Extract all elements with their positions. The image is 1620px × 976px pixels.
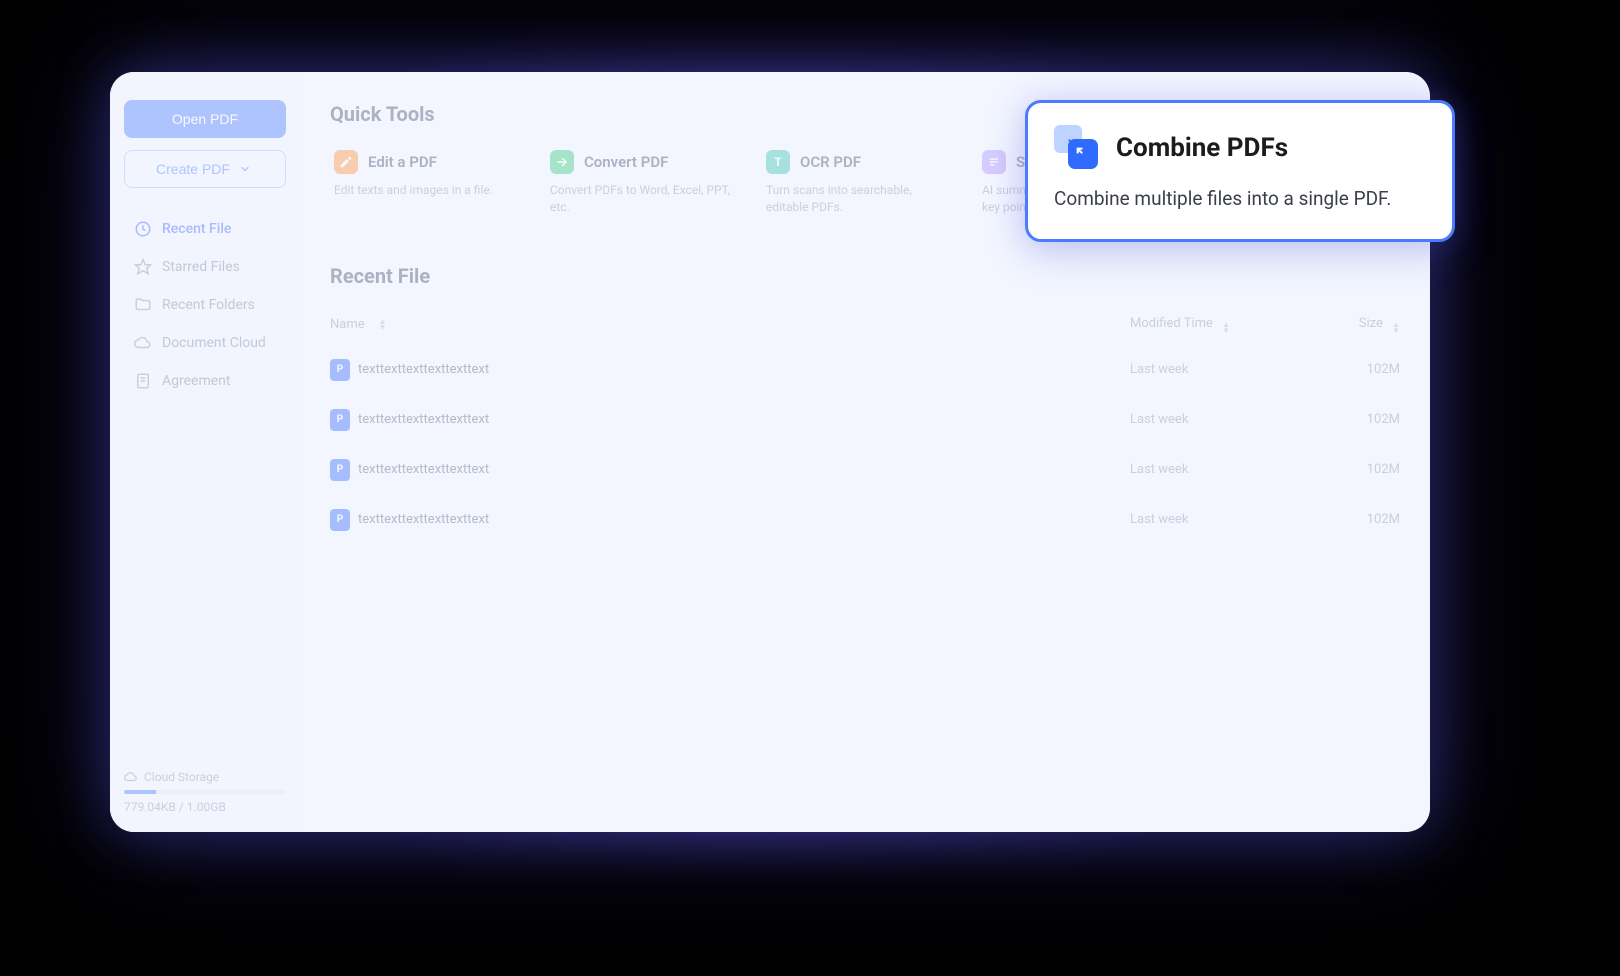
table-row[interactable]: P texttexttexttexttexttext Last week 102… bbox=[330, 395, 1400, 445]
file-modified: Last week bbox=[1130, 412, 1300, 427]
file-name: texttexttexttexttexttext bbox=[358, 512, 489, 527]
open-pdf-button[interactable]: Open PDF bbox=[124, 100, 286, 138]
ocr-icon: T bbox=[766, 150, 790, 174]
sidebar-item-label: Document Cloud bbox=[162, 335, 266, 351]
star-icon bbox=[134, 258, 152, 276]
sidebar-item-label: Recent Folders bbox=[162, 297, 255, 313]
pdf-file-icon: P bbox=[330, 359, 350, 381]
file-size: 102M bbox=[1300, 462, 1400, 477]
sidebar-item-label: Recent File bbox=[162, 221, 231, 237]
sidebar-item-label: Agreement bbox=[162, 373, 230, 389]
convert-icon bbox=[550, 150, 574, 174]
document-icon bbox=[134, 372, 152, 390]
combine-pdfs-tooltip: Combine PDFs Combine multiple files into… bbox=[1025, 100, 1455, 242]
table-row[interactable]: P texttexttexttexttexttext Last week 102… bbox=[330, 445, 1400, 495]
column-header-modified[interactable]: Modified Time ▲▼ bbox=[1130, 316, 1300, 334]
popup-title: Combine PDFs bbox=[1116, 133, 1288, 163]
pdf-file-icon: P bbox=[330, 409, 350, 431]
tool-ocr-pdf[interactable]: T OCR PDF Turn scans into searchable, ed… bbox=[762, 144, 960, 222]
sidebar-item-recent-folders[interactable]: Recent Folders bbox=[124, 286, 286, 324]
sidebar-item-starred-files[interactable]: Starred Files bbox=[124, 248, 286, 286]
file-name: texttexttexttexttexttext bbox=[358, 362, 489, 377]
cloud-storage-progress bbox=[124, 790, 286, 794]
file-modified: Last week bbox=[1130, 462, 1300, 477]
table-row[interactable]: P texttexttexttexttexttext Last week 102… bbox=[330, 495, 1400, 545]
sidebar-item-label: Starred Files bbox=[162, 259, 240, 275]
combine-pdfs-icon bbox=[1054, 125, 1100, 171]
folder-icon bbox=[134, 296, 152, 314]
create-pdf-label: Create PDF bbox=[156, 161, 230, 177]
column-header-name[interactable]: Name ▲▼ bbox=[330, 317, 1130, 332]
file-size: 102M bbox=[1300, 362, 1400, 377]
column-header-modified-label: Modified Time bbox=[1130, 316, 1213, 331]
create-pdf-button[interactable]: Create PDF bbox=[124, 150, 286, 188]
tool-title: Edit a PDF bbox=[368, 153, 437, 171]
sort-icon: ▲▼ bbox=[1222, 322, 1230, 334]
tool-desc: Turn scans into searchable, editable PDF… bbox=[766, 182, 956, 216]
sidebar: Open PDF Create PDF Recent File Starred … bbox=[110, 72, 300, 832]
file-name: texttexttexttexttexttext bbox=[358, 462, 489, 477]
tool-title: Convert PDF bbox=[584, 153, 668, 171]
file-size: 102M bbox=[1300, 412, 1400, 427]
tool-convert-pdf[interactable]: Convert PDF Convert PDFs to Word, Excel,… bbox=[546, 144, 744, 222]
pdf-file-icon: P bbox=[330, 459, 350, 481]
column-header-size[interactable]: Size ▲▼ bbox=[1300, 316, 1400, 334]
sidebar-item-recent-file[interactable]: Recent File bbox=[124, 210, 286, 248]
popup-description: Combine multiple files into a single PDF… bbox=[1054, 185, 1426, 213]
cloud-storage-label: Cloud Storage bbox=[144, 770, 219, 784]
cloud-storage-usage: 779.04KB / 1.00GB bbox=[124, 800, 286, 814]
sort-icon: ▲▼ bbox=[1392, 322, 1400, 334]
cloud-icon bbox=[124, 770, 138, 784]
tool-edit-pdf[interactable]: Edit a PDF Edit texts and images in a fi… bbox=[330, 144, 528, 222]
tool-desc: Convert PDFs to Word, Excel, PPT, etc. bbox=[550, 182, 740, 216]
clock-icon bbox=[134, 220, 152, 238]
column-header-size-label: Size bbox=[1359, 316, 1383, 331]
cloud-storage-progress-fill bbox=[124, 790, 156, 794]
sidebar-item-agreement[interactable]: Agreement bbox=[124, 362, 286, 400]
file-name: texttexttexttexttexttext bbox=[358, 412, 489, 427]
column-header-name-label: Name bbox=[330, 317, 365, 332]
pdf-file-icon: P bbox=[330, 509, 350, 531]
recent-file-heading: Recent File bbox=[330, 264, 1400, 288]
edit-icon bbox=[334, 150, 358, 174]
cloud-storage-section: Cloud Storage 779.04KB / 1.00GB bbox=[124, 770, 286, 814]
chevron-down-icon bbox=[236, 160, 254, 178]
cloud-icon bbox=[134, 334, 152, 352]
table-row[interactable]: P texttexttexttexttexttext Last week 102… bbox=[330, 345, 1400, 395]
summarise-icon bbox=[982, 150, 1006, 174]
tool-desc: Edit texts and images in a file. bbox=[334, 182, 524, 199]
recent-table-header: Name ▲▼ Modified Time ▲▼ Size ▲▼ bbox=[330, 306, 1400, 345]
file-modified: Last week bbox=[1130, 362, 1300, 377]
sidebar-item-document-cloud[interactable]: Document Cloud bbox=[124, 324, 286, 362]
file-size: 102M bbox=[1300, 512, 1400, 527]
tool-title: OCR PDF bbox=[800, 153, 861, 171]
sort-icon: ▲▼ bbox=[379, 319, 387, 331]
file-modified: Last week bbox=[1130, 512, 1300, 527]
